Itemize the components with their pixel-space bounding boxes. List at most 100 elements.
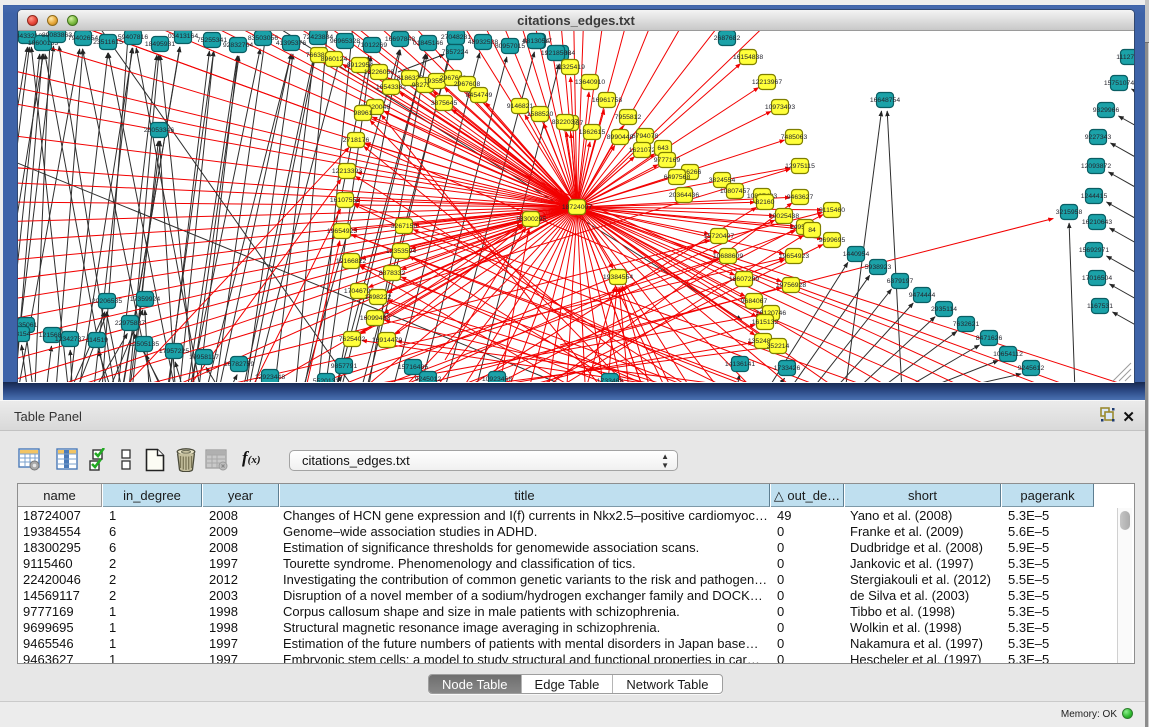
svg-text:19218506: 19218506: [541, 50, 571, 57]
svg-text:6794078: 6794078: [632, 133, 659, 140]
svg-text:9777169: 9777169: [654, 157, 681, 164]
svg-text:20364436: 20364436: [669, 192, 699, 199]
svg-text:19756928: 19756928: [776, 282, 806, 289]
svg-text:8878332: 8878332: [379, 270, 406, 277]
svg-text:1733426: 1733426: [774, 365, 801, 372]
svg-text:7632621: 7632621: [953, 321, 980, 328]
svg-text:1440954: 1440954: [843, 251, 870, 258]
svg-text:7357224: 7357224: [442, 49, 469, 56]
svg-text:84: 84: [808, 227, 816, 234]
svg-text:8454749: 8454749: [466, 92, 493, 99]
svg-text:12342737: 12342737: [55, 336, 85, 343]
svg-text:12923448: 12923448: [255, 374, 285, 381]
svg-text:28053346: 28053346: [144, 127, 174, 134]
svg-text:8912954: 8912954: [347, 62, 374, 69]
svg-text:3875645: 3875645: [431, 100, 458, 107]
svg-text:03413164: 03413164: [168, 33, 198, 40]
svg-text:9474444: 9474444: [909, 292, 936, 299]
svg-text:8990448: 8990448: [607, 134, 634, 141]
svg-text:82160: 82160: [756, 199, 775, 206]
svg-text:3215958: 3215958: [1056, 209, 1083, 216]
svg-text:16782759: 16782759: [224, 361, 254, 368]
svg-text:643: 643: [657, 145, 669, 152]
svg-text:1244415: 1244415: [1081, 193, 1108, 200]
svg-text:22975887: 22975887: [115, 320, 145, 327]
svg-text:9684067: 9684067: [741, 298, 768, 305]
svg-text:9245612: 9245612: [1018, 365, 1045, 372]
svg-text:14136141: 14136141: [725, 361, 755, 368]
svg-text:9329966: 9329966: [1093, 107, 1120, 114]
svg-text:1615132: 1615132: [752, 319, 779, 326]
svg-text:83503056: 83503056: [248, 35, 278, 42]
svg-text:1621072: 1621072: [629, 147, 656, 154]
svg-text:12505135: 12505135: [129, 341, 159, 348]
svg-text:15751074: 15751074: [1104, 80, 1134, 87]
svg-text:48932528: 48932528: [468, 39, 498, 46]
svg-text:20206535: 20206535: [92, 298, 122, 305]
svg-text:1112753: 1112753: [1116, 54, 1142, 61]
svg-text:19384554: 19384554: [603, 274, 633, 281]
svg-text:10807457: 10807457: [720, 188, 750, 195]
svg-text:12213967: 12213967: [752, 79, 782, 86]
svg-text:16961758: 16961758: [592, 97, 622, 104]
svg-text:114519: 114519: [86, 337, 108, 344]
svg-text:12213393: 12213393: [332, 168, 362, 175]
svg-text:1498222: 1498222: [365, 294, 392, 301]
svg-text:7485063: 7485063: [781, 134, 808, 141]
svg-text:16210643: 16210643: [1082, 219, 1112, 226]
svg-text:10025438: 10025438: [769, 213, 799, 220]
svg-text:72423884: 72423884: [303, 34, 333, 41]
svg-text:1588520: 1588520: [527, 111, 554, 118]
svg-text:8813054: 8813054: [523, 38, 550, 45]
svg-text:18724007: 18724007: [562, 204, 592, 211]
svg-text:1167531: 1167531: [1087, 303, 1113, 310]
svg-text:19166822: 19166822: [336, 258, 366, 265]
svg-text:10688609: 10688609: [713, 253, 743, 260]
svg-text:6379197: 6379197: [887, 278, 914, 285]
svg-text:17359924: 17359924: [130, 296, 160, 303]
svg-text:41395376: 41395376: [276, 40, 306, 47]
svg-text:5938923: 5938923: [865, 264, 892, 271]
svg-text:18495931: 18495931: [145, 41, 175, 48]
svg-text:2687682: 2687682: [714, 35, 741, 42]
svg-text:92832764: 92832764: [223, 42, 253, 49]
svg-text:13640910: 13640910: [575, 79, 605, 86]
svg-text:27048281: 27048281: [441, 34, 471, 41]
svg-text:17016504: 17016504: [1082, 275, 1112, 282]
svg-text:16154838: 16154838: [733, 54, 763, 61]
svg-text:59407816: 59407816: [118, 34, 148, 41]
svg-text:9245012: 9245012: [415, 376, 442, 383]
svg-text:16914479: 16914479: [372, 337, 402, 344]
svg-text:16697848: 16697848: [385, 36, 415, 43]
svg-text:352214: 352214: [767, 343, 790, 350]
svg-text:71012269: 71012269: [357, 42, 387, 49]
svg-text:10973493: 10973493: [765, 104, 795, 111]
svg-text:12093872: 12093872: [1081, 163, 1111, 170]
svg-text:01845146: 01845146: [413, 40, 443, 47]
svg-text:18607289: 18607289: [729, 276, 759, 283]
svg-text:11325419: 11325419: [555, 64, 585, 71]
svg-text:16107552: 16107552: [330, 197, 360, 204]
svg-text:9699695: 9699695: [819, 237, 846, 244]
svg-text:15720407: 15720407: [704, 233, 734, 240]
svg-text:16099483: 16099483: [360, 315, 390, 322]
svg-text:15692971: 15692971: [1079, 247, 1109, 254]
svg-text:8322037: 8322037: [552, 119, 579, 126]
svg-text:16543382: 16543382: [376, 84, 406, 91]
svg-text:7955812: 7955812: [615, 114, 642, 121]
svg-text:1733468: 1733468: [597, 378, 624, 385]
svg-text:9463627: 9463627: [787, 194, 814, 201]
svg-text:19654923: 19654923: [327, 228, 357, 235]
svg-text:10654112: 10654112: [993, 351, 1023, 358]
svg-text:2935114: 2935114: [931, 306, 957, 313]
svg-text:80957015: 80957015: [495, 43, 525, 50]
svg-text:12975115: 12975115: [785, 163, 815, 170]
svg-text:5520133: 5520133: [313, 378, 340, 385]
svg-text:17957225: 17957225: [159, 348, 189, 355]
svg-text:15716485: 15716485: [398, 364, 428, 371]
svg-text:8960124: 8960124: [321, 56, 348, 63]
svg-text:2718176: 2718176: [343, 137, 370, 144]
svg-text:93154: 93154: [12, 331, 31, 338]
svg-text:7625402: 7625402: [339, 336, 366, 343]
svg-text:1362615: 1362615: [579, 129, 606, 136]
